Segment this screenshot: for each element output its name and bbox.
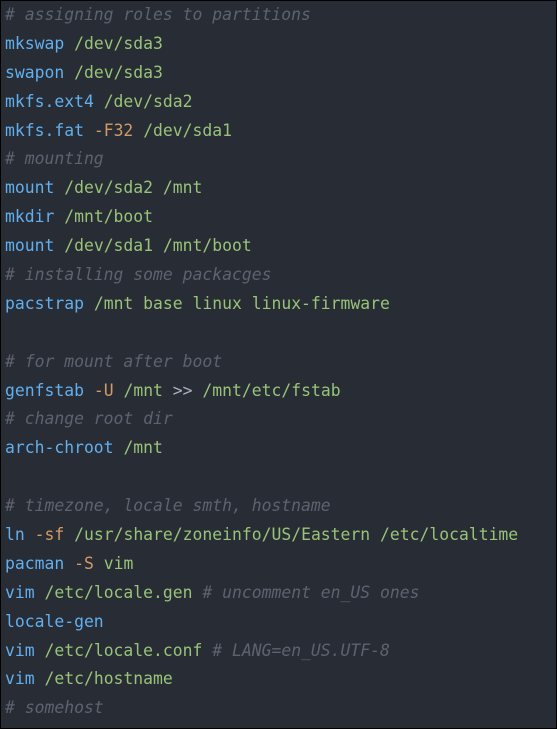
- comment-token: # assigning roles to partitions: [5, 5, 311, 24]
- code-line-blank: ​: [1, 319, 556, 348]
- command-token: mkfs.ext4: [5, 91, 94, 111]
- command-token: arch-chroot: [5, 438, 114, 458]
- code-line: locale-gen: [1, 608, 556, 637]
- command-token: mount: [5, 178, 55, 198]
- command-token: pacstrap: [5, 293, 84, 313]
- code-line: genfstab -U /mnt >> /mnt/etc/fstab: [1, 377, 556, 406]
- comment-token: # installing some packacges: [5, 265, 272, 285]
- command-token: pacman: [5, 553, 65, 573]
- command-token: mkswap: [5, 33, 65, 53]
- code-line: pacstrap /mnt base linux linux-firmware: [1, 290, 556, 319]
- comment-token: # timezone, locale smth, hostname: [5, 496, 331, 516]
- code-line: mkswap /dev/sda3: [1, 30, 556, 59]
- code-line-blank: ​: [1, 463, 556, 492]
- comment-token: # uncomment en_US ones: [202, 582, 420, 602]
- code-line: # somehost: [1, 694, 556, 723]
- argument-token: /mnt/boot: [64, 207, 154, 227]
- comment-token: # mounting: [5, 149, 104, 169]
- argument-token: /mnt: [123, 438, 163, 458]
- command-token: mkfs.fat: [5, 120, 84, 140]
- comment-token: # for mount after boot: [5, 351, 223, 371]
- command-token: ln: [5, 525, 25, 545]
- code-line: # change root dir: [1, 405, 556, 434]
- code-line: # timezone, locale smth, hostname: [1, 492, 556, 521]
- flag-token: -S: [74, 553, 94, 573]
- code-line: # assigning roles to partitions: [1, 1, 556, 30]
- code-line: mkfs.fat -F32 /dev/sda1: [1, 117, 556, 146]
- argument-token: /etc/locale.gen: [44, 582, 193, 602]
- command-token: vim: [5, 669, 35, 689]
- flag-token: -U: [93, 380, 114, 400]
- argument-token: /dev/sda1: [143, 120, 232, 140]
- code-line: mkfs.ext4 /dev/sda2: [1, 88, 556, 117]
- argument-token: /mnt base linux linux-firmware: [93, 293, 390, 313]
- comment-token: # somehost: [5, 698, 104, 718]
- code-line: # for mount after boot: [1, 348, 556, 377]
- command-token: swapon: [5, 62, 65, 82]
- code-line: mount /dev/sda1 /mnt/boot: [1, 232, 556, 261]
- argument-token: /dev/sda3: [74, 62, 163, 82]
- code-line: mount /dev/sda2 /mnt: [1, 174, 556, 203]
- command-token: mount: [5, 236, 55, 256]
- code-line: vim /etc/locale.conf # LANG=en_US.UTF-8: [1, 637, 556, 666]
- argument-token: vim: [103, 553, 134, 573]
- code-line: vim /etc/hostname: [1, 665, 556, 694]
- code-line: vim /etc/locale.gen # uncomment en_US on…: [1, 579, 556, 608]
- argument-token: /etc/locale.conf: [44, 640, 203, 660]
- argument-token: /dev/sda3: [74, 33, 163, 53]
- argument-token: /usr/share/zoneinfo/US/Eastern /etc/loca…: [74, 525, 519, 545]
- argument-token: /dev/sda2 /mnt: [64, 178, 203, 198]
- code-line: ln -sf /usr/share/zoneinfo/US/Eastern /e…: [1, 521, 556, 550]
- flag-token: -sf: [34, 525, 65, 545]
- code-line: # mounting: [1, 145, 556, 174]
- argument-token: /dev/sda2: [103, 91, 193, 111]
- argument-token: /dev/sda1 /mnt/boot: [64, 236, 252, 256]
- flag-token: -F32: [93, 120, 134, 140]
- code-line: mkdir /mnt/boot: [1, 203, 556, 232]
- operator-token: >>: [162, 380, 203, 400]
- command-token: genfstab: [5, 380, 84, 400]
- command-token: mkdir: [5, 207, 55, 227]
- argument-token: /mnt/etc/fstab: [202, 380, 341, 400]
- argument-token: /etc/hostname: [44, 669, 173, 689]
- code-line: swapon /dev/sda3: [1, 59, 556, 88]
- code-line: pacman -S vim: [1, 550, 556, 579]
- comment-token: # LANG=en_US.UTF-8: [212, 640, 390, 660]
- argument-token: /mnt: [123, 380, 163, 400]
- command-token: vim: [5, 640, 35, 660]
- command-token: locale-gen: [5, 611, 104, 631]
- comment-token: # change root dir: [5, 409, 173, 429]
- command-token: vim: [5, 582, 35, 602]
- code-block[interactable]: # assigning roles to partitions mkswap /d…: [1, 1, 556, 728]
- code-line: arch-chroot /mnt: [1, 434, 556, 463]
- code-line: # installing some packacges: [1, 261, 556, 290]
